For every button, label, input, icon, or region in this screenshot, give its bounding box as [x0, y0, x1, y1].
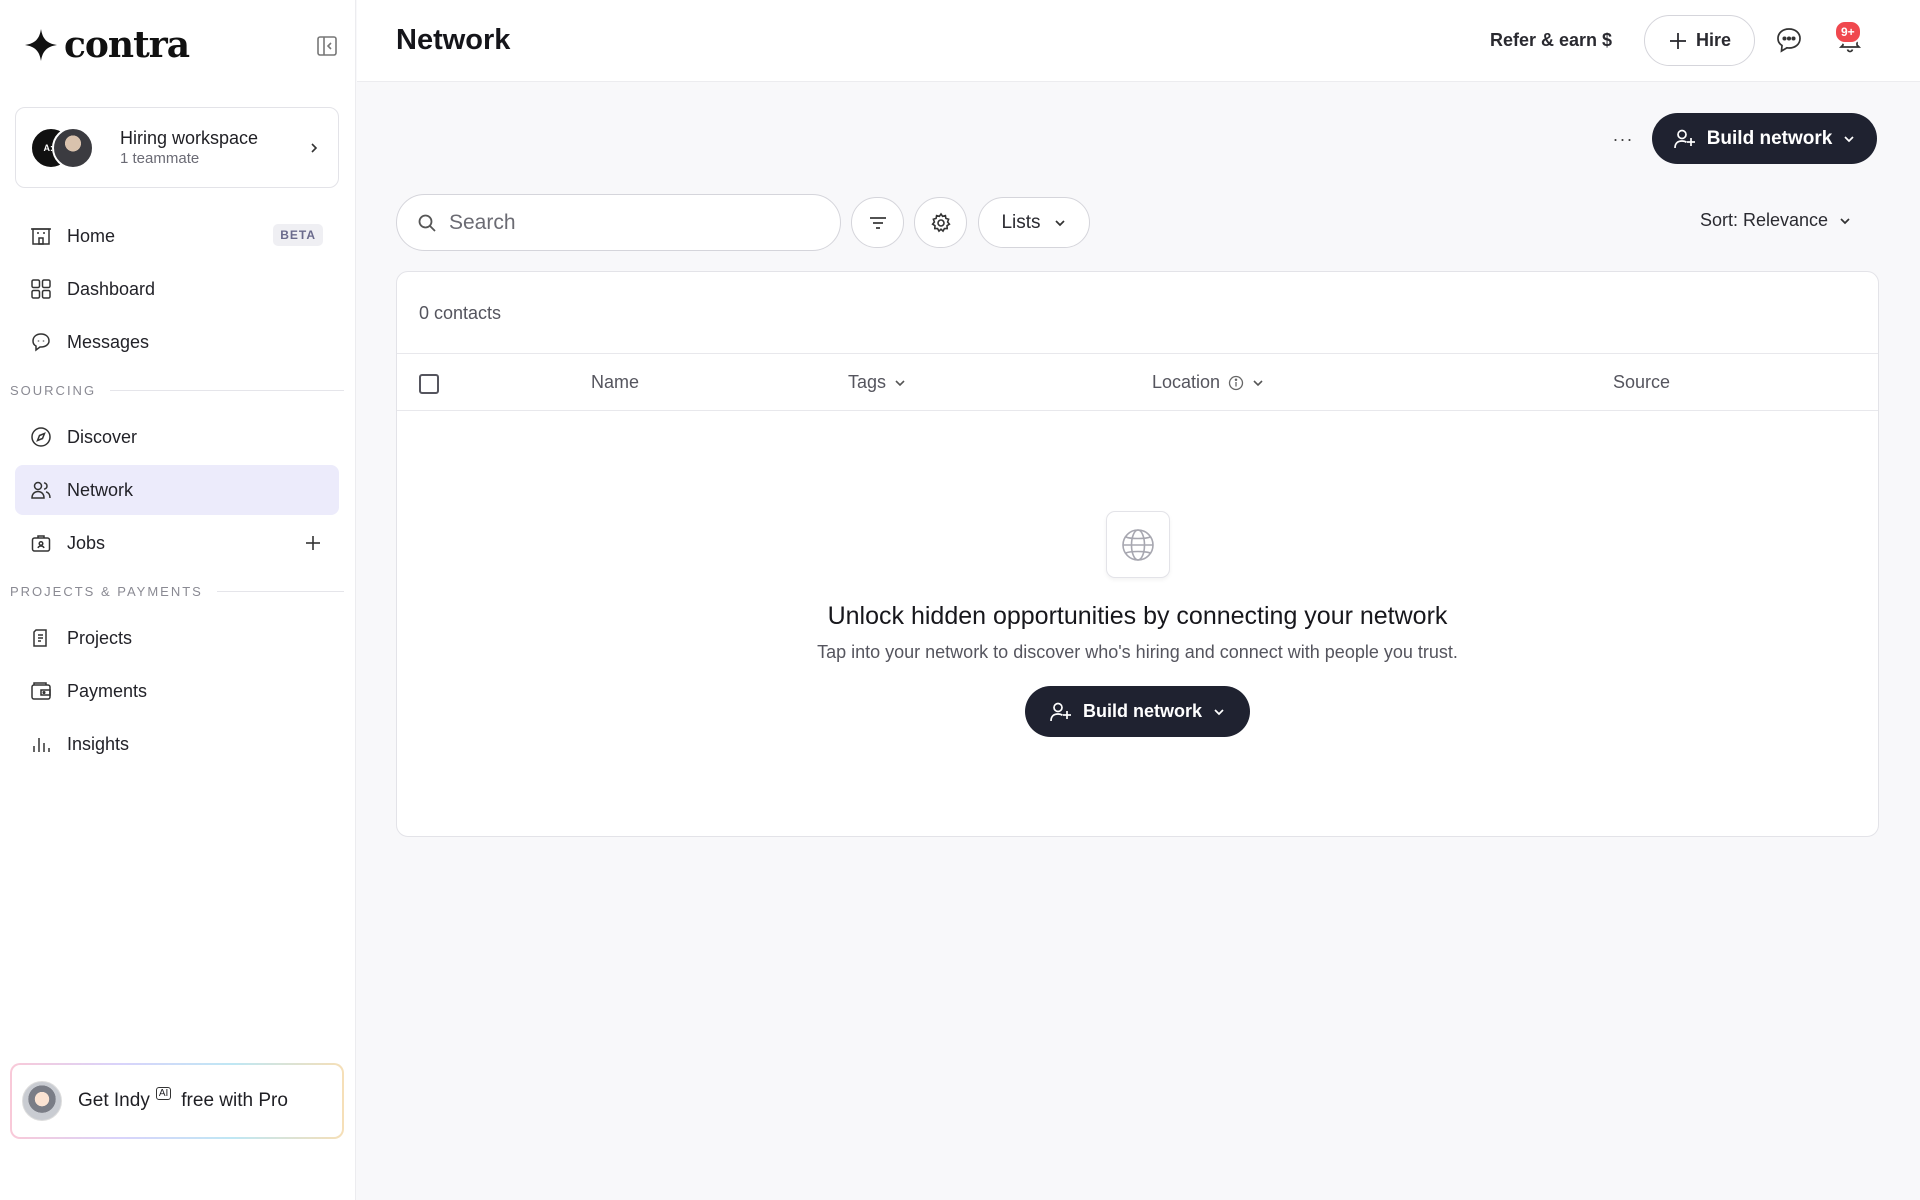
sidebar-item-jobs[interactable]: Jobs — [15, 518, 339, 568]
sidebar-item-label: Projects — [67, 627, 133, 648]
chevron-down-icon — [1840, 217, 1850, 224]
add-person-icon — [1050, 702, 1071, 721]
search-field[interactable] — [396, 194, 841, 251]
empty-state-subtitle: Tap into your network to discover who's … — [817, 642, 1458, 662]
build-network-button[interactable]: Build network — [1652, 113, 1877, 164]
sidebar-item-label: Payments — [67, 680, 148, 701]
plus-icon — [1669, 32, 1686, 49]
section-sourcing: SOURCING — [10, 383, 344, 398]
promo-prefix: Get Indy — [78, 1090, 150, 1111]
section-projects-payments: PROJECTS & PAYMENTS — [10, 584, 344, 599]
lists-label: Lists — [1001, 211, 1041, 233]
hire-button[interactable]: Hire — [1644, 15, 1755, 66]
globe-icon — [1106, 511, 1170, 578]
top-bar: Network Refer & earn $ Hire 9+ — [357, 0, 1920, 82]
chevron-down-icon — [1253, 379, 1263, 386]
messages-icon — [29, 330, 53, 354]
sidebar-item-payments[interactable]: Payments — [15, 666, 339, 716]
settings-button[interactable] — [914, 197, 967, 248]
empty-state-title: Unlock hidden opportunities by connectin… — [827, 602, 1448, 630]
promo-suffix: free with Pro — [181, 1090, 288, 1111]
hire-label: Hire — [1695, 30, 1731, 50]
column-header-location[interactable]: Location — [1152, 372, 1264, 393]
section-label: SOURCING — [10, 383, 97, 398]
sidebar-item-label: Dashboard — [67, 278, 156, 299]
build-network-label: Build network — [1706, 127, 1833, 149]
filter-button[interactable] — [851, 197, 904, 248]
add-job-button[interactable] — [301, 531, 325, 555]
sidebar-item-dashboard[interactable]: Dashboard — [15, 264, 339, 314]
add-person-icon — [1673, 129, 1695, 148]
beta-badge: BETA — [273, 224, 323, 246]
home-icon — [29, 224, 53, 248]
contacts-count: 0 contacts — [419, 303, 502, 323]
sidebar-item-messages[interactable]: Messages — [15, 317, 339, 367]
section-label: PROJECTS & PAYMENTS — [10, 584, 203, 599]
search-icon — [418, 214, 436, 232]
sort-label: Sort: Relevance — [1700, 210, 1829, 230]
sidebar-item-home[interactable]: Home BETA — [15, 211, 339, 261]
more-options-button[interactable]: ··· — [1608, 124, 1638, 154]
lists-dropdown[interactable]: Lists — [978, 197, 1090, 248]
gear-icon — [930, 212, 951, 232]
build-network-label: Build network — [1082, 701, 1202, 721]
column-label: Name — [591, 372, 640, 392]
indy-avatar — [22, 1081, 62, 1121]
contra-star-icon — [25, 29, 57, 61]
people-icon — [29, 478, 53, 502]
sidebar-item-insights[interactable]: Insights — [15, 719, 339, 769]
dashboard-icon — [29, 277, 53, 301]
chevron-down-icon — [1844, 135, 1854, 142]
column-header-source: Source — [1613, 372, 1670, 393]
chevron-down-icon — [1214, 708, 1224, 715]
sort-dropdown[interactable]: Sort: Relevance — [1700, 210, 1852, 231]
notification-badge: 9+ — [1834, 20, 1862, 44]
bar-chart-icon — [29, 732, 53, 756]
column-header-name: Name — [591, 372, 639, 393]
sidebar-item-network[interactable]: Network — [15, 465, 339, 515]
info-icon[interactable] — [1228, 375, 1244, 391]
sidebar-item-discover[interactable]: Discover — [15, 412, 339, 462]
contacts-table-card: 0 contacts Name Tags Location Source Unl… — [396, 271, 1879, 837]
ai-badge: AI — [155, 1086, 172, 1100]
workspace-title: Hiring workspace — [120, 127, 259, 148]
filter-icon — [869, 216, 886, 229]
brand-logo[interactable]: contra — [24, 24, 190, 66]
avatar — [52, 126, 94, 169]
column-header-tags[interactable]: Tags — [848, 372, 906, 393]
collapse-sidebar-icon[interactable] — [314, 33, 340, 59]
column-label: Tags — [848, 372, 887, 392]
column-label: Location — [1152, 372, 1221, 392]
chevron-down-icon — [1054, 219, 1065, 226]
chat-icon[interactable] — [1774, 25, 1804, 55]
sidebar: contra A:Z Hiring workspace 1 teammate H… — [0, 0, 356, 1200]
search-input[interactable] — [449, 210, 809, 235]
sidebar-item-projects[interactable]: Projects — [15, 613, 339, 663]
sidebar-item-label: Network — [67, 479, 134, 500]
build-network-empty-button[interactable]: Build network — [1025, 686, 1250, 737]
sidebar-item-label: Discover — [67, 426, 138, 447]
workspace-switcher[interactable]: A:Z Hiring workspace 1 teammate — [15, 107, 339, 188]
wallet-icon — [29, 679, 53, 703]
brand-name: contra — [64, 24, 190, 66]
sidebar-item-label: Messages — [67, 331, 150, 352]
sidebar-item-label: Jobs — [67, 532, 106, 553]
page-title: Network — [396, 24, 511, 56]
chevron-right-icon — [304, 142, 324, 154]
sidebar-item-label: Home — [67, 225, 116, 246]
refer-earn-link[interactable]: Refer & earn $ — [1490, 30, 1612, 51]
briefcase-icon — [29, 531, 53, 555]
compass-icon — [29, 425, 53, 449]
table-header: Name Tags Location Source — [397, 353, 1878, 411]
workspace-subtitle: 1 teammate — [120, 149, 200, 167]
indy-pro-promo[interactable]: Get Indy AI free with Pro — [10, 1063, 344, 1139]
workspace-avatars: A:Z — [30, 125, 102, 171]
document-icon — [29, 626, 53, 650]
select-all-checkbox[interactable] — [419, 374, 439, 394]
chevron-down-icon — [895, 379, 905, 386]
plus-icon — [306, 536, 320, 550]
column-label: Source — [1613, 372, 1671, 392]
sidebar-item-label: Insights — [67, 733, 130, 754]
